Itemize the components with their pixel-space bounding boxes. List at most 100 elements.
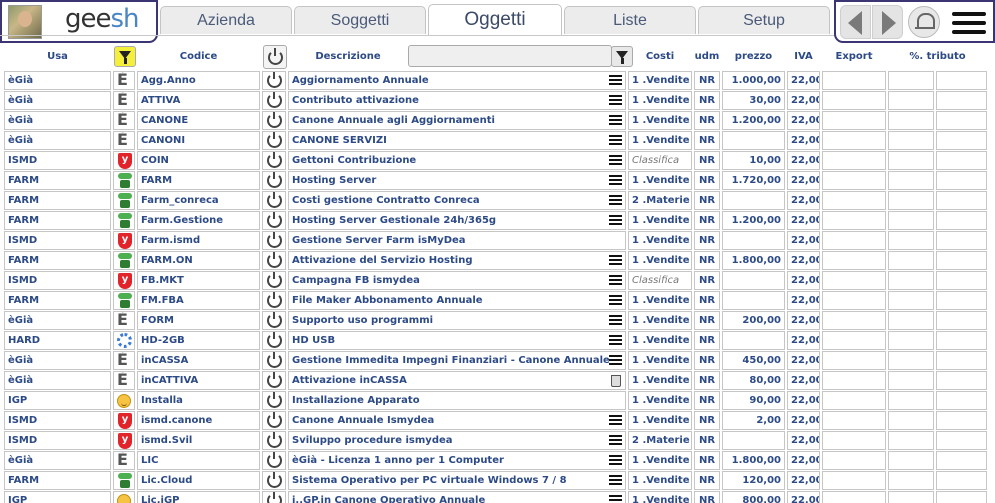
cell-export[interactable] [822, 171, 886, 190]
cell-tributo[interactable] [888, 251, 934, 270]
cell-prezzo[interactable]: 450,00 [722, 351, 785, 370]
table-row[interactable]: èGià È LIC èGià - Licenza 1 anno per 1 Comp… [0, 450, 995, 470]
power-icon[interactable] [262, 431, 286, 450]
cell-udm[interactable]: NR [694, 371, 720, 390]
cell-iva[interactable]: 22,00 [787, 291, 820, 310]
cell-udm[interactable]: NR [694, 431, 720, 450]
row-menu-icon[interactable] [609, 195, 622, 206]
cell-iva[interactable]: 22,00 [787, 91, 820, 110]
cell-iva[interactable]: 22,00 [787, 371, 820, 390]
cell-costi[interactable]: 1 .Vendite [628, 471, 692, 490]
row-menu-icon[interactable] [609, 495, 622, 503]
cell-tributo-extra[interactable] [936, 371, 987, 390]
cell-iva[interactable]: 22,00 [787, 351, 820, 370]
cell-tributo[interactable] [888, 491, 934, 503]
avatar[interactable] [8, 5, 42, 39]
table-row[interactable]: IGP Lic.iGP i..GP.in Canone Operativo Annu… [0, 490, 995, 503]
cell-costi[interactable]: 2 .Materie [628, 191, 692, 210]
tab-soggetti[interactable]: Soggetti [294, 6, 426, 34]
cell-iva[interactable]: 22,00 [787, 451, 820, 470]
cell-descrizione[interactable]: Campagna FB ismydea [288, 271, 626, 290]
cell-usa[interactable]: FARM [4, 191, 111, 210]
cell-descrizione[interactable]: Gettoni Contribuzione [288, 151, 626, 170]
table-row[interactable]: FARM FARM.ON Attivazione del Servizio Host… [0, 250, 995, 270]
col-tributo[interactable]: %. tributo [888, 44, 987, 70]
cell-tributo-extra[interactable] [936, 191, 987, 210]
cell-prezzo[interactable]: 1.800,00 [722, 451, 785, 470]
cell-udm[interactable]: NR [694, 191, 720, 210]
cell-iva[interactable]: 22,00 [787, 271, 820, 290]
power-icon[interactable] [262, 471, 286, 490]
cell-tributo[interactable] [888, 291, 934, 310]
cell-costi[interactable]: 1 .Vendite [628, 411, 692, 430]
cell-iva[interactable]: 22,00 [787, 331, 820, 350]
row-menu-icon[interactable] [609, 295, 622, 306]
cell-descrizione[interactable]: Canone Annuale agli Aggiornamenti [288, 111, 626, 130]
cell-tributo[interactable] [888, 211, 934, 230]
table-row[interactable]: HARD HD-2GB HD USB 1 .Vendite NR 22,00 [0, 330, 995, 350]
cell-udm[interactable]: NR [694, 251, 720, 270]
cell-tributo[interactable] [888, 371, 934, 390]
cell-udm[interactable]: NR [694, 311, 720, 330]
cell-prezzo[interactable]: 1.200,00 [722, 211, 785, 230]
cell-descrizione[interactable]: Canone Annuale Ismydea [288, 411, 626, 430]
cell-tributo[interactable] [888, 171, 934, 190]
cell-usa[interactable]: HARD [4, 331, 111, 350]
cell-export[interactable] [822, 211, 886, 230]
cell-prezzo[interactable]: 1.200,00 [722, 111, 785, 130]
cell-tributo[interactable] [888, 231, 934, 250]
back-arrow-icon[interactable] [840, 5, 871, 39]
row-menu-icon[interactable] [609, 175, 622, 186]
cell-costi[interactable]: Classifica [628, 271, 692, 290]
power-icon[interactable] [262, 391, 286, 410]
cell-codice[interactable]: FARM [137, 171, 260, 190]
cell-prezzo[interactable]: 200,00 [722, 311, 785, 330]
cell-descrizione[interactable]: Gestione Immedita Impegni Finanziari - C… [288, 351, 626, 370]
cell-costi[interactable]: 1 .Vendite [628, 231, 692, 250]
cell-usa[interactable]: ISMD [4, 231, 111, 250]
cell-codice[interactable]: Installa [137, 391, 260, 410]
power-icon[interactable] [262, 451, 286, 470]
cell-export[interactable] [822, 71, 886, 90]
cell-tributo[interactable] [888, 331, 934, 350]
cell-tributo[interactable] [888, 111, 934, 130]
power-icon[interactable] [262, 291, 286, 310]
cell-descrizione[interactable]: File Maker Abbonamento Annuale [288, 291, 626, 310]
cell-prezzo[interactable]: 80,00 [722, 371, 785, 390]
cell-iva[interactable]: 22,00 [787, 211, 820, 230]
cell-tributo-extra[interactable] [936, 251, 987, 270]
cell-prezzo[interactable] [722, 131, 785, 150]
cell-descrizione[interactable]: Sistema Operativo per PC virtuale Window… [288, 471, 626, 490]
cell-prezzo[interactable]: 30,00 [722, 91, 785, 110]
table-row[interactable]: FARM Farm_conreca Costi gestione Contratto… [0, 190, 995, 210]
cell-codice[interactable]: ismd.canone [137, 411, 260, 430]
power-icon[interactable] [262, 231, 286, 250]
power-icon[interactable] [262, 251, 286, 270]
cell-export[interactable] [822, 391, 886, 410]
row-menu-icon[interactable] [609, 455, 622, 466]
tab-setup[interactable]: Setup [698, 6, 830, 34]
cell-prezzo[interactable] [722, 271, 785, 290]
table-row[interactable]: èGià È ATTIVA Contributo attivazione 1 .Vend… [0, 90, 995, 110]
cell-tributo-extra[interactable] [936, 431, 987, 450]
cell-descrizione[interactable]: Installazione Apparato [288, 391, 626, 410]
cell-udm[interactable]: NR [694, 91, 720, 110]
cell-prezzo[interactable] [722, 331, 785, 350]
cell-udm[interactable]: NR [694, 131, 720, 150]
cell-udm[interactable]: NR [694, 171, 720, 190]
cell-usa[interactable]: èGià [4, 311, 111, 330]
cell-tributo[interactable] [888, 391, 934, 410]
cell-descrizione[interactable]: Attivazione inCASSA [288, 371, 626, 390]
cell-tributo-extra[interactable] [936, 91, 987, 110]
cell-tributo-extra[interactable] [936, 171, 987, 190]
power-icon[interactable] [262, 331, 286, 350]
cell-codice[interactable]: Farm.ismd [137, 231, 260, 250]
cell-iva[interactable]: 22,00 [787, 311, 820, 330]
table-row[interactable]: ISMD y FB.MKT Campagna FB ismydea Classifica… [0, 270, 995, 290]
cell-codice[interactable]: FORM [137, 311, 260, 330]
cell-iva[interactable]: 22,00 [787, 251, 820, 270]
cell-export[interactable] [822, 291, 886, 310]
cell-iva[interactable]: 22,00 [787, 111, 820, 130]
power-icon[interactable] [262, 91, 286, 110]
cell-codice[interactable]: inCATTIVA [137, 371, 260, 390]
